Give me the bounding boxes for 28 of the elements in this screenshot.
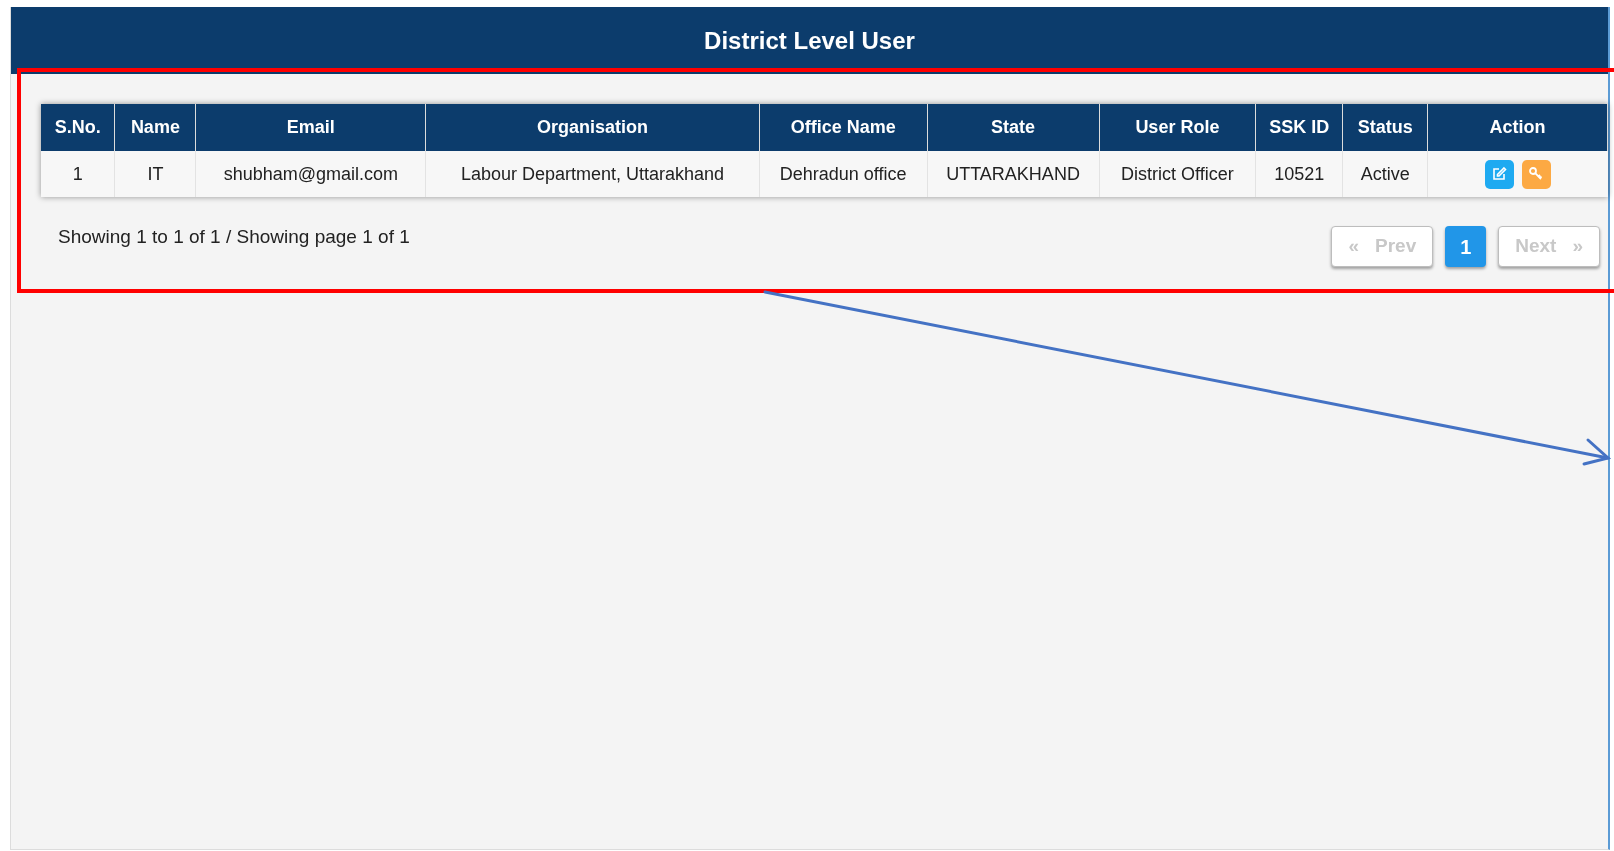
table-cell: Active	[1342, 151, 1428, 197]
column-header: Organisation	[425, 104, 760, 151]
double-chevron-icon: «	[1348, 232, 1360, 261]
column-header: Status	[1342, 104, 1428, 151]
column-header: Action	[1427, 104, 1608, 151]
edit-button[interactable]	[1484, 159, 1514, 189]
edit-icon	[1491, 166, 1508, 182]
table-cell: 10521	[1255, 151, 1343, 197]
key-icon	[1528, 166, 1545, 182]
column-header: S.No.	[41, 104, 115, 151]
table-cell: Labour Department, Uttarakhand	[425, 151, 760, 197]
table-cell: IT	[114, 151, 196, 197]
column-header: State	[927, 104, 1099, 151]
table-cell: District Officer	[1099, 151, 1256, 197]
table-cell: shubham@gmail.com	[195, 151, 426, 197]
table-cell: 1	[41, 151, 115, 197]
column-header: Office Name	[759, 104, 928, 151]
table-cell: UTTARAKHAND	[927, 151, 1099, 197]
double-chevron-icon: »	[1572, 232, 1583, 261]
column-header: Name	[114, 104, 196, 151]
column-header: User Role	[1099, 104, 1256, 151]
column-header: SSK ID	[1255, 104, 1343, 151]
pagination-summary: Showing 1 to 1 of 1 / Showing page 1 of 1	[58, 225, 410, 249]
column-header: Email	[195, 104, 426, 151]
key-button[interactable]	[1521, 159, 1551, 189]
table-cell: Dehradun office	[759, 151, 928, 197]
panel-title: District Level User	[704, 25, 915, 56]
page-button[interactable]: 1	[1445, 226, 1487, 267]
